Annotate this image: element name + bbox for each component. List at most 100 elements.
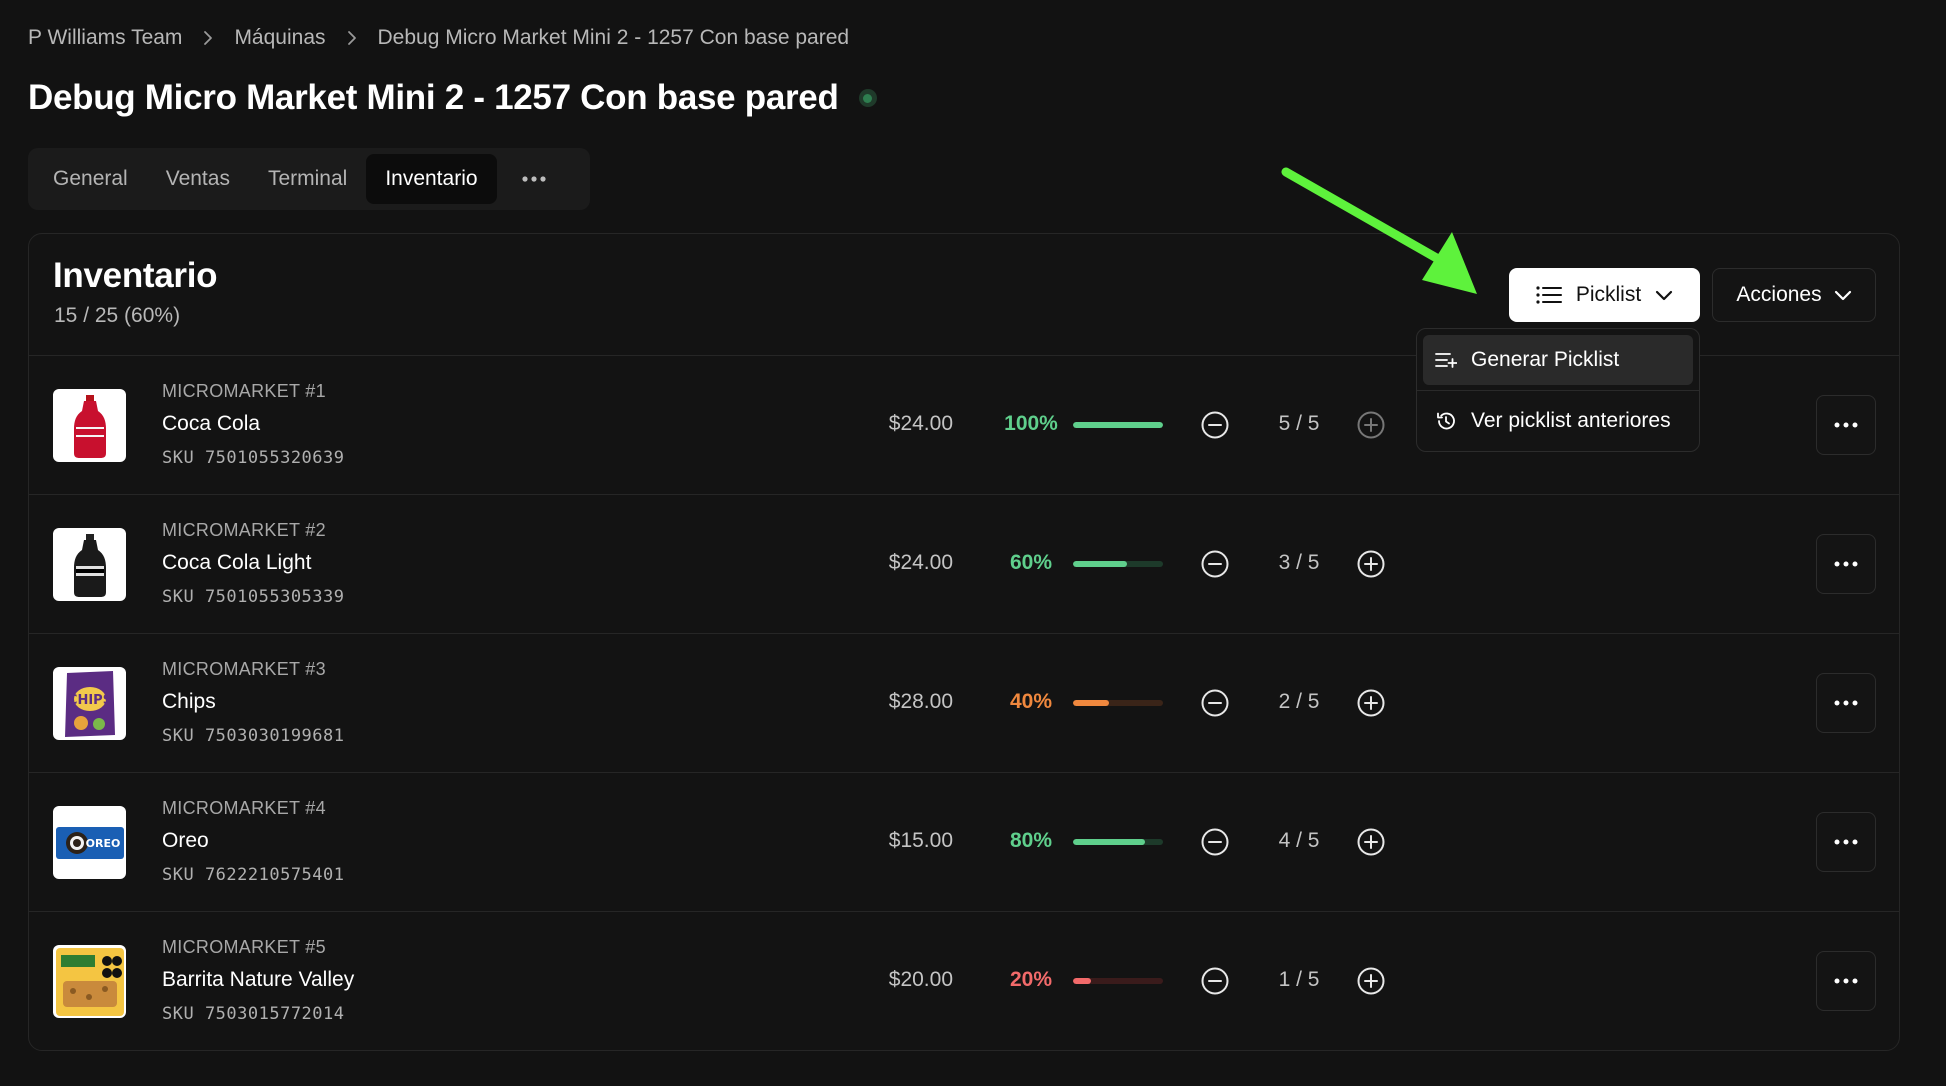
increase-icon[interactable] — [1356, 549, 1386, 579]
product-name: Coca Cola — [162, 412, 261, 435]
product-price: $24.00 — [888, 412, 953, 435]
generate-picklist-item[interactable]: Generar Picklist — [1423, 335, 1693, 385]
list-icon — [1536, 286, 1562, 304]
slot-label: MICROMARKET #1 — [162, 381, 326, 401]
product-sku: SKU 7503015772014 — [162, 1004, 345, 1024]
breadcrumb-machines[interactable]: Máquinas — [234, 26, 325, 50]
ellipsis-icon — [1834, 700, 1858, 706]
ellipsis-icon — [1834, 422, 1858, 428]
svg-text:OREO: OREO — [85, 837, 120, 850]
row-menu-button[interactable] — [1816, 673, 1876, 733]
decrease-icon[interactable] — [1200, 549, 1230, 579]
chevron-right-icon — [182, 30, 234, 46]
status-dot-icon — [858, 89, 877, 107]
tabs-more-button[interactable] — [497, 154, 571, 204]
slot-label: MICROMARKET #5 — [162, 937, 326, 957]
chevron-down-icon — [1834, 290, 1851, 301]
breadcrumb-current[interactable]: Debug Micro Market Mini 2 - 1257 Con bas… — [378, 26, 850, 50]
stock-percent: 40% — [1009, 690, 1053, 713]
row-menu-button[interactable] — [1816, 534, 1876, 594]
stock-quantity: 4 / 5 — [1278, 829, 1320, 852]
decrease-icon[interactable] — [1200, 966, 1230, 996]
product-image — [53, 389, 126, 462]
product-name: Oreo — [162, 829, 209, 852]
stock-quantity: 3 / 5 — [1278, 551, 1320, 574]
dropdown-divider — [1417, 390, 1699, 391]
product-sku: SKU 7622210575401 — [162, 865, 345, 885]
product-image: CHIPS — [53, 667, 126, 740]
svg-text:CHIPS: CHIPS — [67, 693, 111, 708]
inventory-row: OREO MICROMARKET #4 Oreo SKU 76222105754… — [29, 773, 1899, 912]
stock-quantity: 5 / 5 — [1278, 412, 1320, 435]
product-name: Coca Cola Light — [162, 551, 312, 574]
decrease-icon[interactable] — [1200, 688, 1230, 718]
stock-bar — [1073, 839, 1163, 845]
tab-general[interactable]: General — [34, 154, 147, 204]
stock-bar — [1073, 422, 1163, 428]
increase-icon[interactable] — [1356, 410, 1386, 440]
product-image — [53, 528, 126, 601]
ellipsis-icon — [1834, 978, 1858, 984]
tab-bar: General Ventas Terminal Inventario — [28, 148, 590, 210]
tab-ventas[interactable]: Ventas — [147, 154, 249, 204]
previous-picklists-label: Ver picklist anteriores — [1471, 409, 1671, 432]
stock-quantity: 1 / 5 — [1278, 968, 1320, 991]
inventory-row: MICROMARKET #5 Barrita Nature Valley SKU… — [29, 912, 1899, 1051]
increase-icon[interactable] — [1356, 688, 1386, 718]
stock-bar-fill — [1073, 700, 1109, 706]
stock-quantity: 2 / 5 — [1278, 690, 1320, 713]
stock-bar — [1073, 978, 1163, 984]
product-sku: SKU 7503030199681 — [162, 726, 345, 746]
inventory-title: Inventario — [53, 256, 218, 295]
stock-bar-fill — [1073, 422, 1163, 428]
product-image — [53, 945, 126, 1018]
chevron-right-icon — [326, 30, 378, 46]
stock-percent: 20% — [1009, 968, 1053, 991]
picklist-button-label: Picklist — [1575, 283, 1642, 306]
history-icon — [1437, 412, 1455, 430]
stock-bar-fill — [1073, 978, 1091, 984]
breadcrumb-team[interactable]: P Williams Team — [28, 26, 182, 50]
inventory-summary: 15 / 25 (60%) — [54, 304, 181, 327]
increase-icon[interactable] — [1356, 966, 1386, 996]
inventory-row: CHIPS MICROMARKET #3 Chips SKU 750303019… — [29, 634, 1899, 773]
actions-button[interactable]: Acciones — [1712, 268, 1876, 322]
stock-bar-fill — [1073, 839, 1145, 845]
ellipsis-icon — [1834, 561, 1858, 567]
product-price: $20.00 — [888, 968, 953, 991]
list-add-icon — [1435, 353, 1457, 368]
decrease-icon[interactable] — [1200, 827, 1230, 857]
stock-percent: 80% — [1009, 829, 1053, 852]
increase-icon[interactable] — [1356, 827, 1386, 857]
previous-picklists-item[interactable]: Ver picklist anteriores — [1423, 396, 1693, 446]
stock-bar — [1073, 700, 1163, 706]
slot-label: MICROMARKET #3 — [162, 659, 326, 679]
product-sku: SKU 7501055320639 — [162, 448, 345, 468]
product-price: $28.00 — [888, 690, 953, 713]
title-row: Debug Micro Market Mini 2 - 1257 Con bas… — [28, 78, 877, 118]
row-menu-button[interactable] — [1816, 395, 1876, 455]
generate-picklist-label: Generar Picklist — [1471, 348, 1620, 371]
stock-percent: 60% — [1009, 551, 1053, 574]
row-menu-button[interactable] — [1816, 812, 1876, 872]
tab-inventario[interactable]: Inventario — [366, 154, 497, 204]
product-price: $24.00 — [888, 551, 953, 574]
ellipsis-icon — [1834, 839, 1858, 845]
inventory-row: MICROMARKET #2 Coca Cola Light SKU 75010… — [29, 495, 1899, 634]
tab-terminal[interactable]: Terminal — [249, 154, 366, 204]
stock-percent: 100% — [1004, 412, 1058, 435]
product-name: Barrita Nature Valley — [162, 968, 355, 991]
ellipsis-icon — [521, 176, 546, 182]
product-sku: SKU 7501055305339 — [162, 587, 345, 607]
picklist-dropdown: Generar Picklist Ver picklist anteriores — [1416, 328, 1700, 452]
decrease-icon[interactable] — [1200, 410, 1230, 440]
chevron-down-icon — [1656, 290, 1673, 301]
inventory-list: MICROMARKET #1 Coca Cola SKU 75010553206… — [29, 356, 1899, 1051]
page: P Williams Team Máquinas Debug Micro Mar… — [0, 0, 1946, 1086]
picklist-button[interactable]: Picklist — [1509, 268, 1700, 322]
row-menu-button[interactable] — [1816, 951, 1876, 1011]
product-price: $15.00 — [888, 829, 953, 852]
stock-bar — [1073, 561, 1163, 567]
page-title: Debug Micro Market Mini 2 - 1257 Con bas… — [28, 78, 839, 117]
breadcrumb: P Williams Team Máquinas Debug Micro Mar… — [28, 24, 849, 52]
